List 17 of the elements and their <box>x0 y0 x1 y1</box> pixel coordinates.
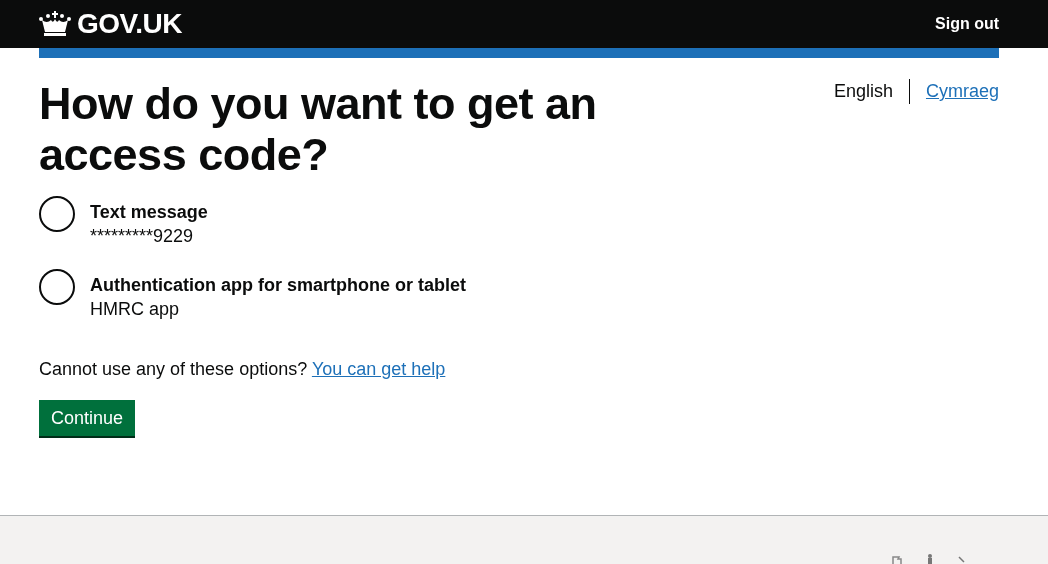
crown-icon <box>39 11 71 37</box>
sign-out-link[interactable]: Sign out <box>935 15 999 33</box>
option-label[interactable]: Authentication app for smartphone or tablet <box>90 273 466 297</box>
option-hint: *********9229 <box>90 225 195 248</box>
option-label[interactable]: Text message <box>90 200 208 224</box>
person-icon <box>926 554 934 564</box>
help-link[interactable]: You can get help <box>311 359 446 379</box>
logo-link[interactable]: GOV.UK <box>39 8 182 40</box>
radio-button[interactable] <box>39 269 75 305</box>
language-current: English <box>817 79 910 104</box>
page-heading: How do you want to get an access code? <box>39 78 598 180</box>
help-text: Cannot use any of these options? <box>39 359 308 379</box>
logo-text: GOV.UK <box>77 8 182 40</box>
radio-button[interactable] <box>39 196 75 232</box>
continue-button[interactable]: Continue <box>39 400 136 436</box>
option-hint: HMRC app <box>90 298 181 321</box>
language-link[interactable]: Cymraeg <box>909 79 999 104</box>
